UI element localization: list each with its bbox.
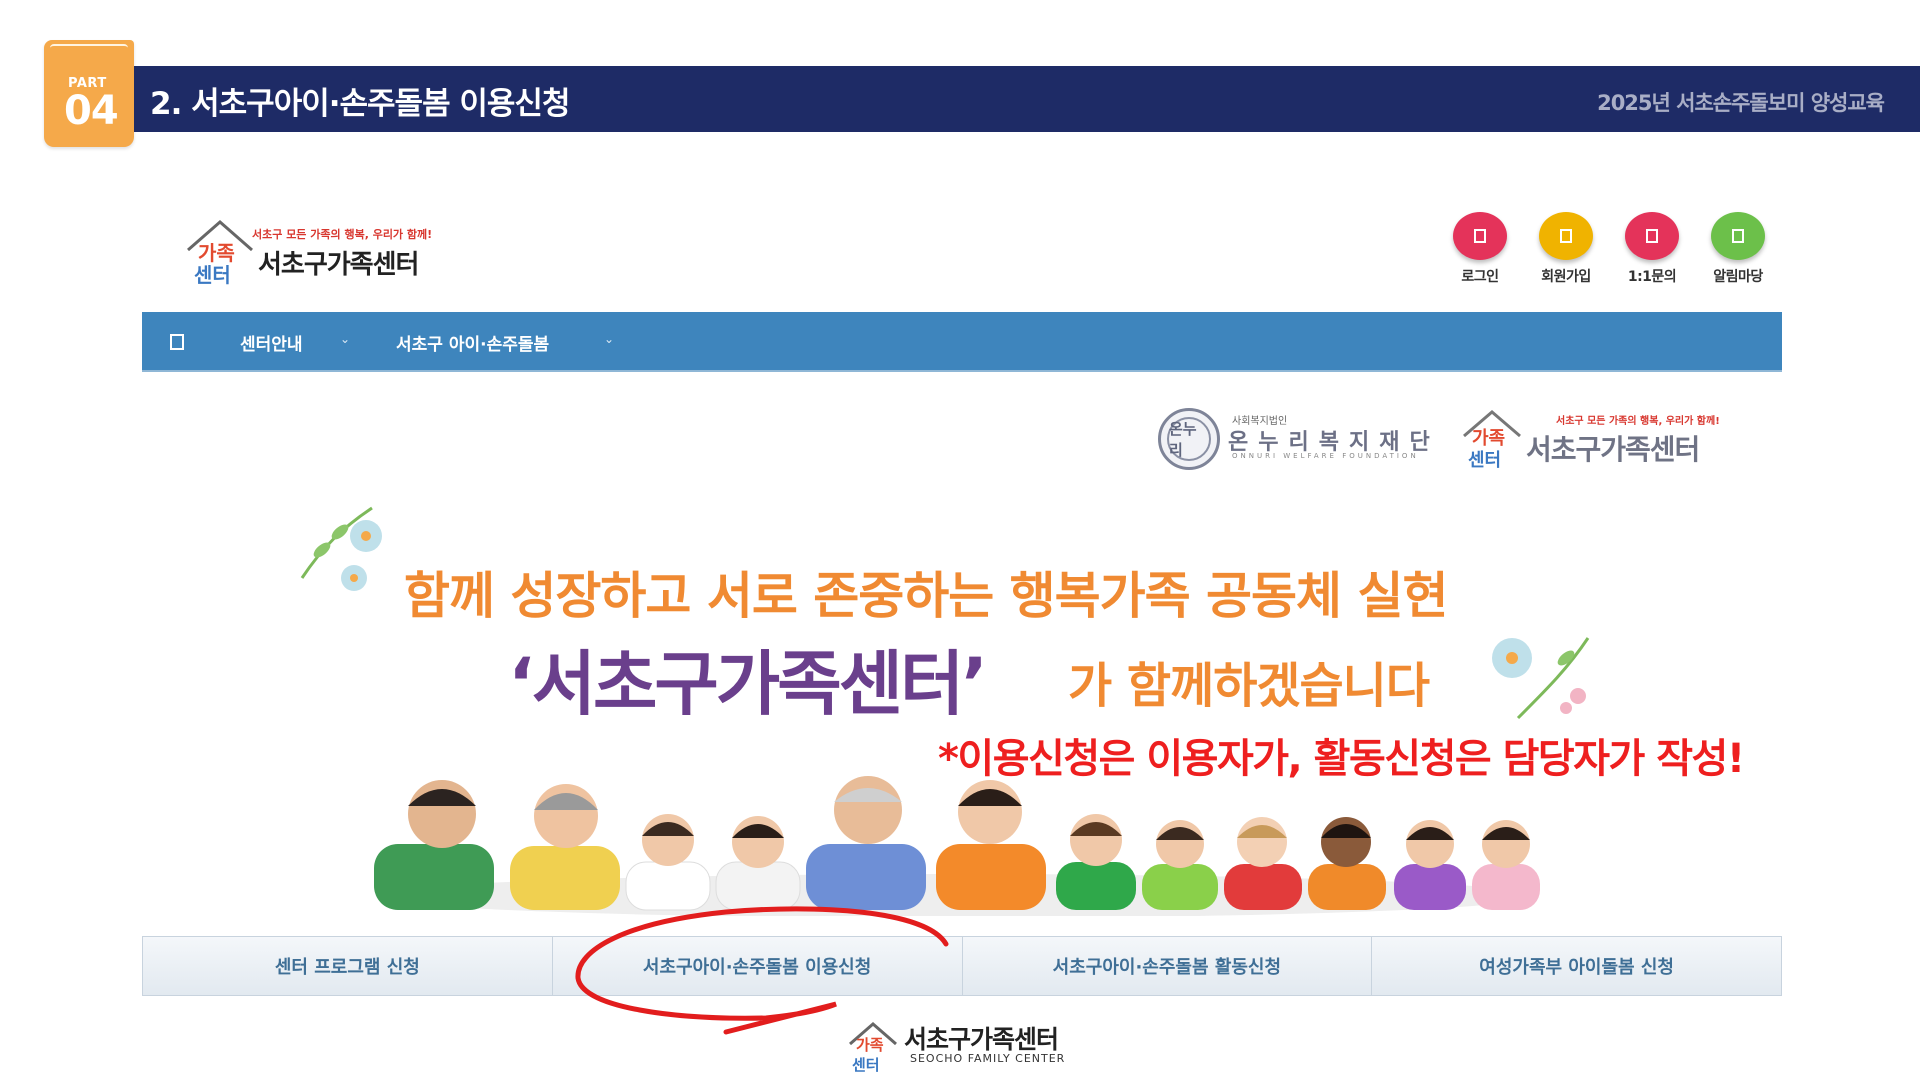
flower-decoration-icon — [300, 506, 382, 591]
inquiry-button[interactable]: 1:1문의 — [1609, 212, 1695, 286]
inquiry-label: 1:1문의 — [1627, 269, 1677, 285]
part-badge: PART 04 — [44, 40, 134, 147]
logo-name: 서초구가족센터 — [258, 250, 419, 280]
hero-center-name: ‘서초구가족센터’ — [508, 643, 988, 725]
hamburger-menu-icon[interactable] — [170, 334, 184, 350]
chevron-down-icon: ⌄ — [604, 332, 615, 346]
partner-mark-top: 가족 — [1472, 428, 1505, 449]
footer-logo: 가족 센터 서초구가족센터 SEOCHO FAMILY CENTER — [846, 1018, 1086, 1076]
flower-decoration-icon — [1492, 637, 1590, 720]
partner-tagline: 서초구 모든 가족의 행복, 우리가 함께! — [1556, 416, 1720, 427]
footer-center-name: 서초구가족센터 — [904, 1025, 1059, 1054]
family-photo — [374, 776, 1540, 916]
hero-slogan-suffix: 가 함께하겠습니다 — [1068, 658, 1430, 714]
nav-item-center-info[interactable]: 센터안내 — [240, 330, 303, 355]
partner-mark-bottom: 센터 — [1468, 450, 1501, 471]
logo-mark-bottom: 센터 — [194, 263, 231, 287]
partner-family-logo: 가족 센터 서초구 모든 가족의 행복, 우리가 함께! 서초구가족센터 — [1460, 406, 1760, 476]
login-icon — [1453, 212, 1507, 260]
join-label: 회원가입 — [1541, 269, 1591, 285]
login-button[interactable]: 로그인 — [1437, 212, 1523, 286]
notice-label: 알림마당 — [1713, 269, 1763, 285]
tab-center-program[interactable]: 센터 프로그램 신청 — [143, 937, 553, 995]
notice-button[interactable]: 알림마당 — [1695, 212, 1781, 286]
tab-mogef-childcare[interactable]: 여성가족부 아이돌봄 신청 — [1372, 937, 1781, 995]
footer-english-name: SEOCHO FAMILY CENTER — [910, 1052, 1066, 1065]
nav-item-childcare[interactable]: 서초구 아이·손주돌봄 — [396, 330, 549, 355]
login-label: 로그인 — [1461, 269, 1499, 285]
site-logo[interactable]: 가족 센터 서초구 모든 가족의 행복, 우리가 함께! 서초구가족센터 — [184, 216, 444, 290]
footer-mark-top: 가족 — [856, 1036, 884, 1054]
slide-title: 2. 서초구아이·손주돌봄 이용신청 — [150, 86, 570, 122]
onnuri-english: ONNURI WELFARE FOUNDATION — [1232, 452, 1419, 460]
title-bar: 2. 서초구아이·손주돌봄 이용신청 2025년 서초손주돌보미 양성교육 — [134, 66, 1920, 132]
logo-mark-top: 가족 — [198, 241, 235, 265]
onnuri-seal-icon: 온누리 — [1158, 408, 1220, 470]
join-button[interactable]: 회원가입 — [1523, 212, 1609, 286]
onnuri-seal-text: 온누리 — [1167, 417, 1211, 461]
footer-mark-bottom: 센터 — [852, 1056, 880, 1074]
hero-slogan: 함께 성장하고 서로 존중하는 행복가족 공동체 실현 — [404, 567, 1448, 625]
house-logo-icon: 가족 센터 — [1463, 410, 1521, 471]
join-icon — [1539, 212, 1593, 260]
chevron-down-icon: ⌄ — [340, 332, 351, 346]
course-name: 2025년 서초손주돌보미 양성교육 — [1597, 91, 1885, 115]
part-number: 04 — [64, 88, 119, 134]
main-nav: 센터안내 ⌄ 서초구 아이·손주돌봄 ⌄ — [142, 312, 1782, 372]
house-logo-icon: 가족 센터 — [187, 220, 253, 287]
notice-icon — [1711, 212, 1765, 260]
partner-name: 서초구가족센터 — [1526, 433, 1700, 466]
inquiry-icon — [1625, 212, 1679, 260]
tab-childcare-activity-application[interactable]: 서초구아이·손주돌봄 활동신청 — [962, 937, 1373, 995]
house-logo-icon: 가족 센터 — [849, 1022, 897, 1074]
logo-tagline: 서초구 모든 가족의 행복, 우리가 함께! — [252, 228, 433, 241]
